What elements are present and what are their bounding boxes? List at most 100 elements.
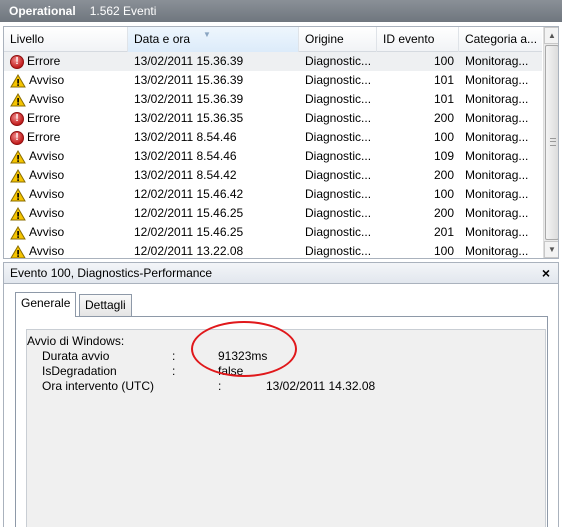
cell-category: Monitorag... [465,187,529,201]
cell-id: 201 [433,225,454,239]
cell-level: Avviso [10,166,128,185]
cell-category: Monitorag... [465,225,529,239]
event-count: 1.562 Eventi [89,4,157,18]
level-text: Avviso [29,187,65,201]
field-key-durata: Durata avvio [42,349,110,363]
table-row[interactable]: Avviso 13/02/2011 8.54.42 Diagnostic... 200… [4,166,542,185]
cell-date: 12/02/2011 13.22.08 [134,244,244,258]
event-list[interactable]: Livello Data e ora ▼ Origine ID evento C… [3,26,559,259]
vertical-scrollbar[interactable]: ▲ ▼ [543,27,558,258]
cell-level: ! Errore [10,52,128,71]
table-row[interactable]: ! Errore 13/02/2011 15.36.35 Diagnostic... 2… [4,109,542,128]
cell-source: Diagnostic... [305,225,372,239]
column-categoria[interactable]: Categoria a... [459,27,542,52]
detail-body: Generale Dettagli [3,284,559,527]
cell-category: Monitorag... [465,111,529,125]
scroll-up-icon[interactable]: ▲ [544,27,558,44]
cell-category: Monitorag... [465,244,529,258]
table-row[interactable]: Avviso 12/02/2011 15.46.25 Diagnostic... 20… [4,223,542,242]
column-id-evento[interactable]: ID evento [377,27,459,52]
tab-generale[interactable]: Generale [15,292,77,317]
warning-icon [10,92,26,106]
cell-level: Avviso [10,185,128,204]
cell-id: 200 [433,111,454,125]
cell-level: Avviso [10,71,128,90]
field-sep-isdegradation: : [172,364,176,378]
level-text: Avviso [29,149,65,163]
cell-source: Diagnostic... [305,54,372,68]
cell-category: Monitorag... [465,149,529,163]
cell-date: 12/02/2011 15.46.25 [134,206,244,220]
table-row[interactable]: ! Errore 13/02/2011 15.36.39 Diagnostic... 1… [4,52,542,71]
close-icon[interactable]: × [542,265,550,281]
cell-id: 100 [433,130,454,144]
cell-source: Diagnostic... [305,244,372,258]
table-row[interactable]: Avviso 13/02/2011 8.54.46 Diagnostic... 109… [4,147,542,166]
cell-date: 13/02/2011 15.36.39 [134,54,244,68]
column-header: Livello Data e ora ▼ Origine ID evento C… [4,27,542,52]
cell-date: 13/02/2011 15.36.39 [134,92,244,106]
level-text: Errore [27,111,61,125]
cell-category: Monitorag... [465,54,529,68]
column-livello[interactable]: Livello [4,27,128,52]
table-row[interactable]: Avviso 12/02/2011 15.46.25 Diagnostic... 20… [4,204,542,223]
cell-date: 13/02/2011 8.54.46 [134,149,237,163]
field-key-ora: Ora intervento (UTC) [42,379,155,393]
cell-id: 200 [433,168,454,182]
table-row[interactable]: ! Errore 13/02/2011 8.54.46 Diagnostic... 10… [4,128,542,147]
cell-source: Diagnostic... [305,187,372,201]
field-sep-durata: : [172,349,176,363]
cell-level: Avviso [10,204,128,223]
cell-level: Avviso [10,147,128,166]
cell-id: 109 [433,149,454,163]
cell-category: Monitorag... [465,130,529,144]
cell-date: 13/02/2011 8.54.42 [134,168,237,182]
table-row[interactable]: Avviso 13/02/2011 15.36.39 Diagnostic... 10… [4,90,542,109]
error-icon: ! [10,54,24,69]
scroll-thumb[interactable] [545,45,558,240]
column-data-e-ora-label: Data e ora [134,32,191,46]
cell-date: 13/02/2011 15.36.39 [134,73,244,87]
level-text: Avviso [29,73,65,87]
cell-source: Diagnostic... [305,92,372,106]
cell-source: Diagnostic... [305,168,372,182]
cell-id: 100 [433,187,454,201]
field-key-isdegradation: IsDegradation [42,364,117,378]
cell-id: 101 [433,92,454,106]
log-header: Operational 1.562 Eventi [0,0,562,22]
cell-level: ! Errore [10,109,128,128]
cell-source: Diagnostic... [305,111,372,125]
warning-icon [10,73,26,87]
scroll-down-icon[interactable]: ▼ [544,241,558,258]
field-value-ora: 13/02/2011 14.32.08 [266,379,376,393]
column-origine[interactable]: Origine [299,27,377,52]
level-text: Avviso [29,206,65,220]
log-title: Operational [9,4,76,18]
column-data-e-ora[interactable]: Data e ora ▼ [128,27,299,52]
cell-source: Diagnostic... [305,206,372,220]
warning-icon [10,149,26,163]
cell-category: Monitorag... [465,206,529,220]
cell-level: Avviso [10,223,128,242]
cell-date: 12/02/2011 15.46.25 [134,225,244,239]
table-row[interactable]: Avviso 13/02/2011 15.36.39 Diagnostic... 10… [4,71,542,90]
cell-date: 13/02/2011 15.36.35 [134,111,244,125]
cell-id: 100 [433,54,454,68]
level-text: Errore [27,54,61,68]
level-text: Avviso [29,168,65,182]
cell-category: Monitorag... [465,168,529,182]
warning-icon [10,225,26,239]
section-title: Avvio di Windows: [27,334,125,348]
field-sep-ora: : [218,379,222,393]
table-row[interactable]: Avviso 12/02/2011 13.22.08 Diagnostic... 10… [4,242,542,258]
sort-descending-icon: ▼ [203,30,211,39]
detail-title: Evento 100, Diagnostics-Performance [10,266,213,280]
level-text: Avviso [29,92,65,106]
error-icon: ! [10,111,24,126]
cell-category: Monitorag... [465,73,529,87]
warning-icon [10,244,26,258]
cell-id: 100 [433,244,454,258]
table-row[interactable]: Avviso 12/02/2011 15.46.42 Diagnostic... 10… [4,185,542,204]
tab-dettagli[interactable]: Dettagli [79,294,132,316]
warning-icon [10,187,26,201]
